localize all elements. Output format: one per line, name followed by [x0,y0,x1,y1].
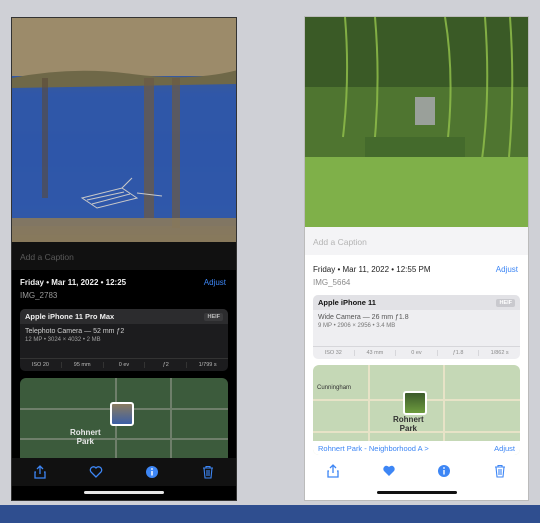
map-town-label: Cunningham [317,385,352,391]
photo-info-light: Add a Caption Friday • Mar 11, 2022 • 12… [304,16,529,501]
exif-aperture: ƒ2 [145,362,188,368]
file-name: IMG_5664 [313,278,351,287]
bottom-band [0,505,540,523]
bottom-toolbar [12,458,236,486]
caption-field[interactable]: Add a Caption [20,252,74,262]
photo-willow[interactable] [305,17,528,227]
map-place-label: Rohnert Park [393,415,424,433]
photo-date: Friday • Mar 11, 2022 • 12:55 PM [313,265,431,274]
image-specs: 9 MP • 2906 × 2956 • 3.4 MB [318,323,396,329]
format-badge: HEIF [496,298,515,307]
share-icon[interactable] [33,465,47,479]
trash-icon[interactable] [493,464,507,478]
location-map[interactable]: Rohnert Park [20,378,228,470]
exif-row: ISO 32 43 mm 0 ev ƒ1.8 1/862 s [313,346,520,359]
image-specs: 12 MP • 3024 × 4032 • 2 MB [25,337,101,343]
adjust-date-button[interactable]: Adjust [204,278,226,287]
lens-info: Telephoto Camera — 52 mm ƒ2 [25,328,125,335]
trash-icon[interactable] [201,465,215,479]
camera-info-card: Apple iPhone 11 Pro Max HEIF Telephoto C… [20,309,228,371]
photo-info-dark: Add a Caption Friday • Mar 11, 2022 • 12… [11,17,237,501]
map-photo-thumbnail[interactable] [110,402,134,426]
device-name: Apple iPhone 11 Pro Max [25,312,115,321]
exif-focal: 95 mm [62,362,104,368]
file-name: IMG_2783 [20,291,58,300]
map-photo-thumbnail[interactable] [403,391,427,415]
home-indicator [84,491,164,494]
lens-info: Wide Camera — 26 mm ƒ1.8 [318,314,409,321]
camera-info-card: Apple iPhone 11 HEIF Wide Camera — 26 mm… [313,295,520,359]
map-place-label: Rohnert Park [70,428,101,446]
photo-puddle[interactable] [12,18,236,242]
exif-shutter: 1/799 s [198,362,217,368]
exif-iso: ISO 20 [20,362,62,368]
location-name-link[interactable]: Rohnert Park - Neighborhood A > [318,444,429,453]
exif-ev: 0 ev [104,362,146,368]
exif-iso: ISO 32 [313,350,355,356]
exif-row: ISO 20 95 mm 0 ev ƒ2 1/799 s [20,358,228,371]
device-name: Apple iPhone 11 [318,298,376,307]
format-badge: HEIF [204,312,223,321]
info-icon[interactable] [437,464,451,478]
location-adjust-button[interactable]: Adjust [494,444,515,453]
info-icon[interactable] [145,465,159,479]
heart-filled-icon[interactable] [382,464,396,478]
bottom-toolbar [305,457,528,485]
exif-shutter: 1/862 s [490,350,509,356]
caption-field[interactable]: Add a Caption [313,237,367,247]
share-icon[interactable] [326,464,340,478]
exif-aperture: ƒ1.8 [438,350,480,356]
heart-outline-icon[interactable] [89,465,103,479]
location-map[interactable]: Cunningham Rohnert Park Rohnert Park - N… [313,365,520,455]
exif-focal: 43 mm [355,350,397,356]
home-indicator [376,491,457,494]
photo-date: Friday • Mar 11, 2022 • 12:25 [20,278,127,287]
exif-ev: 0 ev [396,350,438,356]
adjust-date-button[interactable]: Adjust [496,265,518,274]
